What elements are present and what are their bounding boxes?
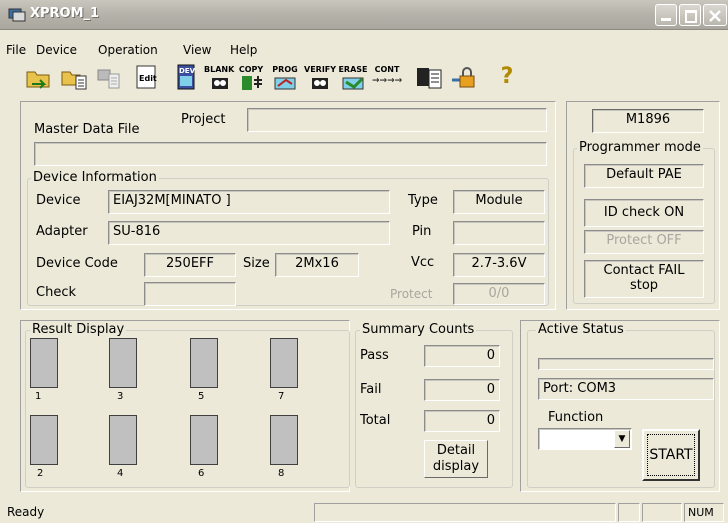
chevron-down-icon: ▼ (618, 434, 626, 444)
master-data-file-label: Master Data File (34, 122, 140, 137)
device-field[interactable]: EIAJ32M[MINATO ] (108, 190, 390, 214)
id-check-field: ID check ON (584, 199, 704, 227)
socket-slot-6 (190, 415, 218, 465)
close-button[interactable] (703, 4, 727, 26)
fail-label: Fail (360, 382, 382, 397)
protect-off-field: Protect OFF (584, 230, 704, 254)
help-button[interactable]: ? (492, 64, 522, 92)
port-field: Port: COM3 (538, 378, 714, 400)
progress-bar (538, 358, 714, 370)
socket-number-3: 3 (117, 391, 124, 402)
function-label: Function (548, 410, 604, 425)
adapter-label: Adapter (36, 224, 88, 239)
status-caps (618, 503, 640, 522)
default-pae-field: Default PAE (584, 164, 704, 188)
status-bar: Ready NUM (0, 500, 728, 523)
vcc-label: Vcc (411, 255, 435, 270)
verify-button[interactable]: VERIFY (304, 64, 336, 92)
programmer-model-field: M1896 (592, 109, 704, 133)
security-lock-button[interactable] (450, 64, 480, 92)
toolbar: Edit DEV BLANK COPY PROG VERIFY ERASE CO… (4, 62, 664, 96)
title-bar[interactable]: XPROM_1 (0, 0, 728, 30)
socket-number-8: 8 (278, 468, 285, 479)
dev-icon-label: DEV (179, 67, 196, 75)
contact-fail-field: Contact FAIL stop (584, 260, 704, 298)
socket-slot-8 (270, 415, 298, 465)
protect-label: Protect (390, 287, 433, 301)
device-info-label: Device Information (31, 170, 159, 185)
socket-slot-2 (30, 415, 58, 465)
pin-label: Pin (412, 224, 432, 239)
socket-number-1: 1 (35, 391, 42, 402)
type-field: Module (453, 190, 545, 214)
result-display-label: Result Display (30, 322, 127, 337)
device-code-field: 250EFF (144, 253, 236, 277)
pass-count-field: 0 (424, 345, 500, 367)
function-dropdown-button[interactable]: ▼ (614, 430, 630, 448)
menu-file[interactable]: File (6, 43, 26, 57)
menu-help[interactable]: Help (230, 43, 257, 57)
socket-slot-5 (190, 338, 218, 388)
cont-arrows: →→→→ (372, 76, 403, 86)
save-file-button[interactable] (94, 64, 124, 92)
check-field (144, 282, 236, 306)
socket-number-7: 7 (278, 391, 285, 402)
programmer-mode-label: Programmer mode (577, 140, 703, 155)
socket-number-2: 2 (37, 468, 44, 479)
edit-button[interactable]: Edit (132, 64, 162, 92)
total-label: Total (360, 413, 391, 428)
project-label: Project (181, 112, 226, 127)
pass-label: Pass (360, 348, 389, 363)
project-field[interactable] (247, 108, 547, 132)
start-button[interactable]: START (642, 429, 700, 481)
socket-slot-1 (30, 338, 58, 388)
load-file-button[interactable] (60, 64, 90, 92)
size-field: 2Mx16 (275, 253, 359, 277)
summary-counts-label: Summary Counts (360, 322, 477, 337)
socket-slot-3 (109, 338, 137, 388)
program-button[interactable]: PROG (270, 64, 300, 92)
pin-field (453, 221, 545, 245)
open-folder-button[interactable] (24, 64, 54, 92)
protect-field: 0/0 (453, 283, 545, 305)
result-display-group (25, 330, 350, 488)
continuous-button[interactable]: CONT →→→→ (372, 64, 402, 92)
adapter-field[interactable]: SU-816 (108, 221, 390, 245)
socket-number-6: 6 (198, 468, 205, 479)
size-label: Size (243, 256, 270, 271)
detail-display-button[interactable]: Detail display (424, 440, 488, 478)
type-label: Type (408, 193, 438, 208)
edit-icon-label: Edit (139, 74, 157, 83)
minimize-button[interactable] (655, 4, 677, 26)
maximize-button[interactable] (679, 4, 701, 26)
device-label: Device (36, 193, 81, 208)
socket-slot-7 (270, 338, 298, 388)
socket-number-4: 4 (117, 468, 124, 479)
erase-button[interactable]: ERASE (338, 64, 368, 92)
menu-operation[interactable]: Operation (98, 43, 158, 57)
total-count-field: 0 (424, 410, 500, 432)
app-icon (8, 6, 26, 22)
status-num: NUM (684, 503, 724, 522)
master-data-file-field[interactable] (34, 142, 547, 166)
window-title: XPROM_1 (30, 6, 100, 21)
menu-bar: File Device Operation View Help (0, 40, 728, 62)
vcc-field: 2.7-3.6V (453, 253, 545, 277)
check-label: Check (36, 285, 76, 300)
device-code-label: Device Code (36, 256, 118, 271)
status-panel (314, 503, 616, 522)
socket-slot-4 (109, 415, 137, 465)
menu-view[interactable]: View (183, 43, 211, 57)
socket-number-5: 5 (198, 391, 205, 402)
status-ready: Ready (7, 505, 45, 519)
status-scroll (642, 503, 682, 522)
device-select-button[interactable]: DEV (172, 64, 202, 92)
active-status-label: Active Status (536, 322, 626, 337)
blank-check-button[interactable]: BLANK (204, 64, 234, 92)
fail-count-field: 0 (424, 379, 500, 401)
device-list-button[interactable] (414, 64, 444, 92)
copy-button[interactable]: COPY (236, 64, 266, 92)
menu-device[interactable]: Device (36, 43, 77, 57)
cont-label: CONT (374, 65, 400, 74)
